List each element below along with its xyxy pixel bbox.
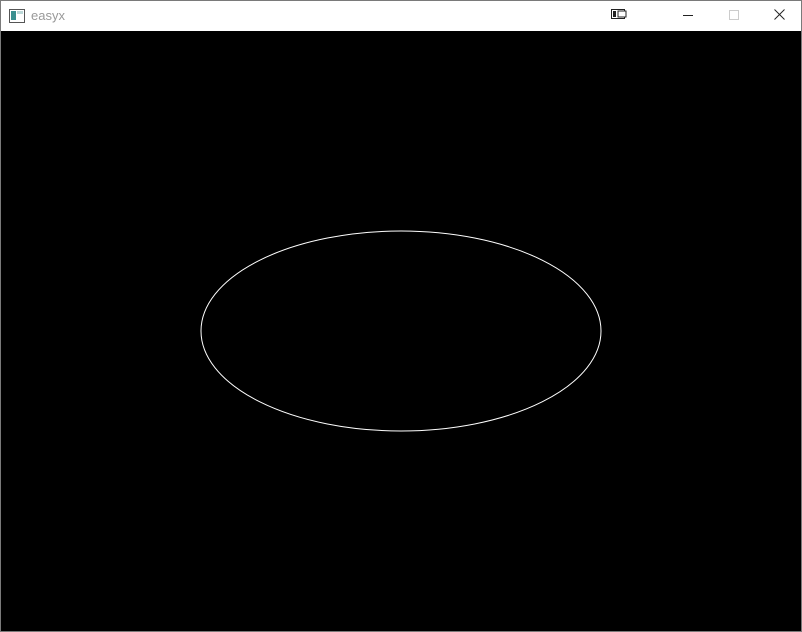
window-title: easyx	[31, 8, 65, 23]
ellipse-shape	[200, 230, 602, 432]
minimize-button[interactable]	[665, 1, 711, 31]
close-button[interactable]	[757, 1, 801, 31]
maximize-button[interactable]	[711, 1, 757, 31]
close-icon	[773, 7, 785, 25]
maximize-icon	[729, 7, 739, 25]
snap-icon	[611, 7, 627, 25]
snap-button[interactable]	[602, 1, 636, 31]
title-bar[interactable]: easyx	[1, 1, 801, 31]
canvas-svg	[200, 230, 602, 432]
app-window: easyx	[0, 0, 802, 632]
drawing-canvas[interactable]	[1, 31, 801, 631]
minimize-icon	[683, 7, 693, 25]
app-window-icon	[9, 8, 25, 24]
